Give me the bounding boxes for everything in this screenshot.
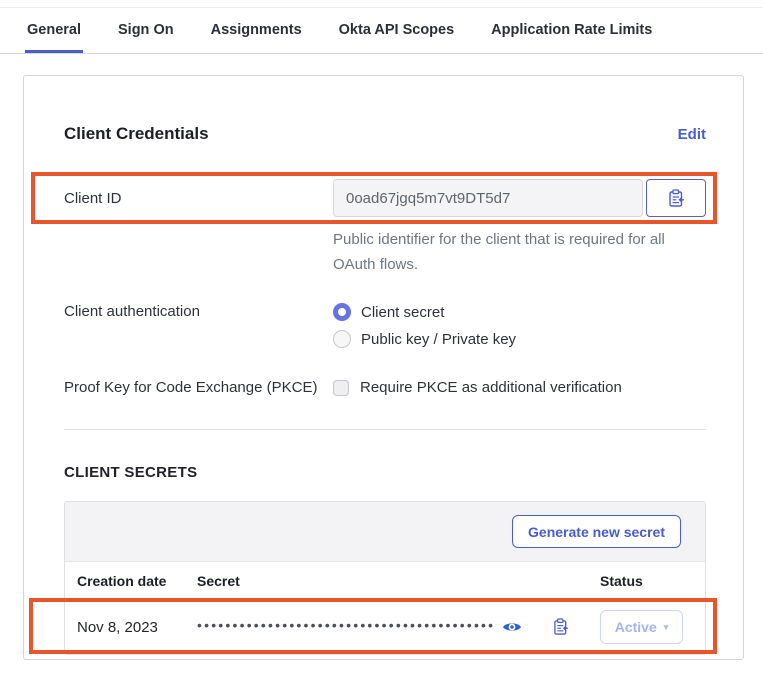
column-header-creation-date: Creation date — [77, 573, 197, 589]
section-divider — [64, 429, 706, 430]
column-header-status: Status — [600, 573, 693, 589]
radio-label: Public key / Private key — [361, 331, 516, 348]
client-id-help-text: Public identifier for the client that is… — [333, 227, 705, 277]
eye-icon — [502, 620, 522, 634]
table-toolbar: Generate new secret — [65, 502, 705, 562]
status-dropdown-button[interactable]: Active ▾ — [600, 610, 683, 644]
tab-sign-on[interactable]: Sign On — [116, 22, 176, 53]
client-id-input[interactable] — [333, 179, 643, 217]
pkce-checkbox[interactable] — [333, 380, 349, 396]
pkce-row: Proof Key for Code Exchange (PKCE) Requi… — [64, 379, 706, 396]
tab-application-rate-limits[interactable]: Application Rate Limits — [489, 22, 654, 53]
radio-label: Client secret — [361, 304, 444, 321]
column-header-secret: Secret — [197, 573, 600, 589]
app-tab-bar: General Sign On Assignments Okta API Sco… — [0, 8, 763, 54]
client-authentication-row: Client authentication Client secret Publ… — [64, 303, 706, 348]
chevron-down-icon: ▾ — [664, 622, 669, 633]
secret-creation-date: Nov 8, 2023 — [77, 619, 197, 636]
radio-selected-icon[interactable] — [333, 303, 351, 321]
table-header-row: Creation date Secret Status — [65, 562, 705, 600]
pkce-checkbox-label: Require PKCE as additional verification — [360, 379, 622, 396]
client-secrets-title: CLIENT SECRETS — [64, 464, 706, 481]
radio-option-client-secret[interactable]: Client secret — [333, 303, 516, 321]
client-id-row: Client ID — [64, 179, 706, 217]
clipboard-copy-icon — [553, 618, 569, 636]
edit-link[interactable]: Edit — [678, 126, 706, 143]
tab-assignments[interactable]: Assignments — [209, 22, 304, 53]
radio-option-public-private-key[interactable]: Public key / Private key — [333, 330, 516, 348]
pkce-label: Proof Key for Code Exchange (PKCE) — [64, 379, 333, 396]
table-row: Nov 8, 2023 ••••••••••••••••••••••••••••… — [65, 600, 705, 654]
clipboard-copy-icon — [668, 189, 685, 208]
reveal-secret-button[interactable] — [502, 620, 522, 634]
radio-unselected-icon[interactable] — [333, 330, 351, 348]
client-id-label: Client ID — [64, 190, 333, 207]
tab-okta-api-scopes[interactable]: Okta API Scopes — [337, 22, 457, 53]
masked-secret-value: ••••••••••••••••••••••••••••••••••••••••… — [197, 618, 495, 632]
section-title: Client Credentials — [64, 124, 209, 144]
copy-client-id-button[interactable] — [646, 179, 706, 217]
client-authentication-options: Client secret Public key / Private key — [333, 303, 516, 348]
client-secrets-table: Generate new secret Creation date Secret… — [64, 501, 706, 655]
card-header: Client Credentials Edit — [64, 124, 706, 144]
generate-new-secret-button[interactable]: Generate new secret — [512, 515, 681, 548]
client-authentication-label: Client authentication — [64, 303, 333, 320]
client-credentials-card: Client Credentials Edit Client ID Public… — [23, 75, 744, 660]
tab-general[interactable]: General — [25, 22, 83, 53]
copy-secret-button[interactable] — [553, 618, 569, 636]
status-label: Active — [615, 619, 657, 635]
